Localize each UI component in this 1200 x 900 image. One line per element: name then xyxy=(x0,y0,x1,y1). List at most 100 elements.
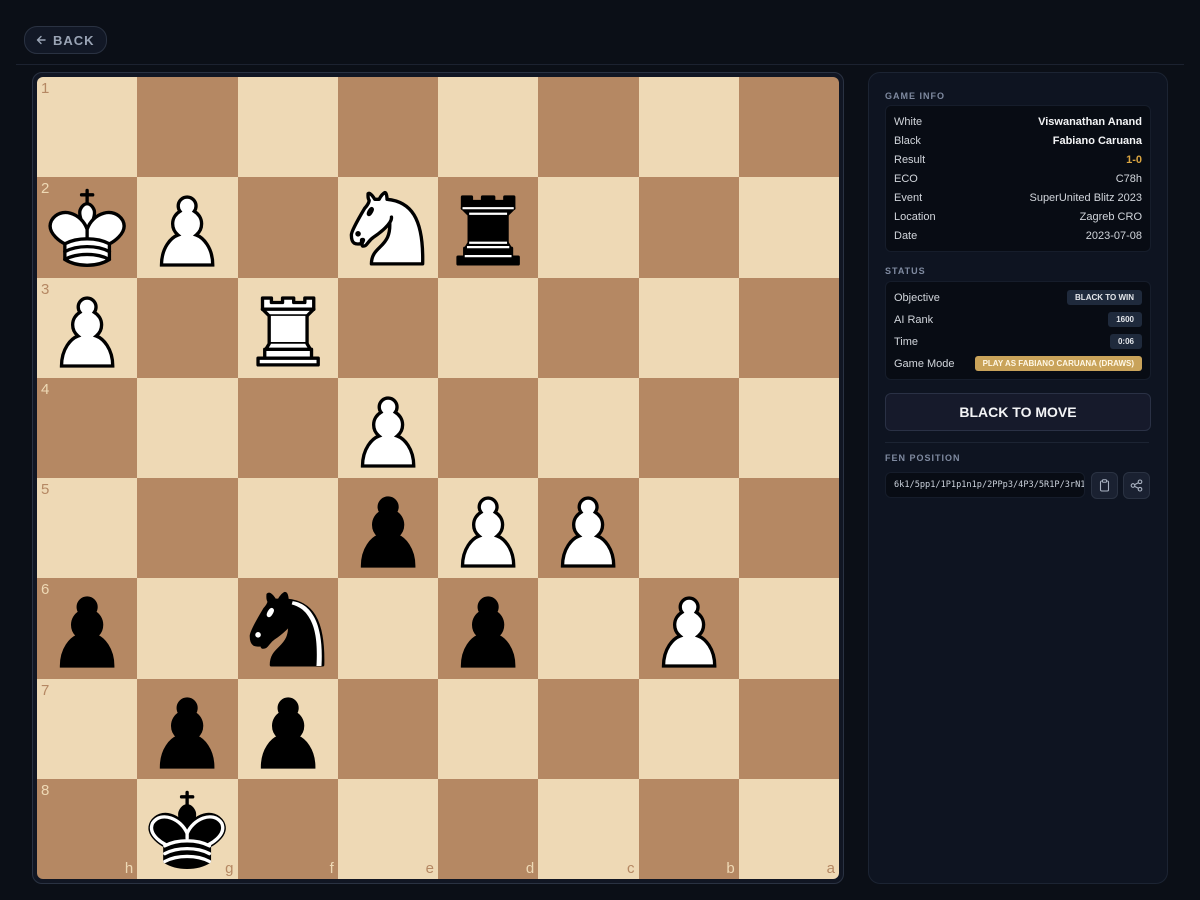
game-info-key: Location xyxy=(894,210,936,223)
square-a1[interactable] xyxy=(738,77,839,178)
square-g1[interactable] xyxy=(137,77,238,178)
square-b5[interactable] xyxy=(638,478,739,579)
square-g4[interactable] xyxy=(137,377,238,478)
square-a6[interactable] xyxy=(738,578,839,679)
black-pawn-icon[interactable] xyxy=(338,478,438,578)
piece-e2[interactable] xyxy=(338,177,438,277)
black-rook-icon[interactable] xyxy=(438,177,538,277)
game-info-row: Location Zagreb CRO xyxy=(894,207,1142,226)
game-info-value: Zagreb CRO xyxy=(1079,210,1142,223)
white-king-icon[interactable] xyxy=(37,177,137,277)
piece-b6[interactable] xyxy=(639,578,739,678)
black-pawn-icon[interactable] xyxy=(438,578,538,678)
piece-g7[interactable] xyxy=(137,679,237,779)
back-label: BACK xyxy=(53,32,95,48)
square-d4[interactable] xyxy=(438,377,539,478)
square-d1[interactable] xyxy=(438,77,539,178)
square-c2[interactable] xyxy=(538,177,639,278)
piece-f3[interactable] xyxy=(238,278,338,378)
square-d7[interactable] xyxy=(438,678,539,779)
file-label: f xyxy=(329,860,334,877)
square-f2[interactable] xyxy=(237,177,338,278)
white-pawn-icon[interactable] xyxy=(538,478,638,578)
square-d3[interactable] xyxy=(438,277,539,378)
square-a7[interactable] xyxy=(738,678,839,779)
square-b7[interactable] xyxy=(638,678,739,779)
square-e6[interactable] xyxy=(337,578,438,679)
file-label: h xyxy=(124,860,134,877)
white-pawn-icon[interactable] xyxy=(37,278,137,378)
square-f5[interactable] xyxy=(237,478,338,579)
square-e8[interactable]: e xyxy=(337,778,438,879)
square-c7[interactable] xyxy=(538,678,639,779)
white-knight-icon[interactable] xyxy=(338,177,438,277)
copy-fen-button[interactable] xyxy=(1091,472,1118,499)
square-b2[interactable] xyxy=(638,177,739,278)
square-g3[interactable] xyxy=(137,277,238,378)
share-fen-button[interactable] xyxy=(1123,472,1150,499)
rank-label: 1 xyxy=(41,80,50,97)
piece-d5[interactable] xyxy=(438,478,538,578)
black-pawn-icon[interactable] xyxy=(37,578,137,678)
square-b1[interactable] xyxy=(638,77,739,178)
black-pawn-icon[interactable] xyxy=(238,679,338,779)
square-g5[interactable] xyxy=(137,478,238,579)
black-pawn-icon[interactable] xyxy=(137,679,237,779)
square-c3[interactable] xyxy=(538,277,639,378)
piece-g2[interactable] xyxy=(137,177,237,277)
square-c4[interactable] xyxy=(538,377,639,478)
square-g6[interactable] xyxy=(137,578,238,679)
status-key: Objective xyxy=(894,291,940,304)
square-a8[interactable]: a xyxy=(738,778,839,879)
square-a4[interactable] xyxy=(738,377,839,478)
piece-e4[interactable] xyxy=(338,378,438,478)
square-h4[interactable]: 4 xyxy=(37,377,138,478)
square-b8[interactable]: b xyxy=(638,778,739,879)
piece-e5[interactable] xyxy=(338,478,438,578)
status-key: AI Rank xyxy=(894,313,934,326)
square-a5[interactable] xyxy=(738,478,839,579)
square-f4[interactable] xyxy=(237,377,338,478)
square-e3[interactable] xyxy=(337,277,438,378)
white-pawn-icon[interactable] xyxy=(338,378,438,478)
fen-field[interactable]: 6k1/5pp1/1P1p1n1p/2PPp3/4P3/5R1P/3rN1PK/… xyxy=(885,472,1085,498)
square-a3[interactable] xyxy=(738,277,839,378)
square-f1[interactable] xyxy=(237,77,338,178)
game-info-row: ECO C78h xyxy=(894,169,1142,188)
chess-board[interactable]: 12345678hgfedcba xyxy=(37,77,839,879)
square-c6[interactable] xyxy=(538,578,639,679)
rank-label: 5 xyxy=(41,481,50,498)
turn-indicator-button[interactable]: BLACK TO MOVE xyxy=(885,393,1151,431)
piece-d6[interactable] xyxy=(438,578,538,678)
piece-d2[interactable] xyxy=(438,177,538,277)
square-b3[interactable] xyxy=(638,277,739,378)
square-h7[interactable]: 7 xyxy=(37,678,138,779)
square-c8[interactable]: c xyxy=(538,778,639,879)
piece-g8[interactable] xyxy=(137,779,237,879)
piece-h6[interactable] xyxy=(37,578,137,678)
square-d8[interactable]: d xyxy=(438,778,539,879)
white-pawn-icon[interactable] xyxy=(639,578,739,678)
square-h8[interactable]: 8h xyxy=(37,778,138,879)
square-e1[interactable] xyxy=(337,77,438,178)
game-info-row: Result 1-0 xyxy=(894,150,1142,169)
piece-c5[interactable] xyxy=(538,478,638,578)
square-f8[interactable]: f xyxy=(237,778,338,879)
square-c1[interactable] xyxy=(538,77,639,178)
square-b4[interactable] xyxy=(638,377,739,478)
piece-h3[interactable] xyxy=(37,278,137,378)
square-h1[interactable]: 1 xyxy=(37,77,138,178)
black-knight-icon[interactable] xyxy=(238,578,338,678)
back-button[interactable]: BACK xyxy=(24,26,107,54)
rank-label: 8 xyxy=(41,781,50,799)
piece-h2[interactable] xyxy=(37,177,137,277)
square-e7[interactable] xyxy=(337,678,438,779)
square-a2[interactable] xyxy=(738,177,839,278)
square-h5[interactable]: 5 xyxy=(37,478,138,579)
white-rook-icon[interactable] xyxy=(238,278,338,378)
white-pawn-icon[interactable] xyxy=(438,478,538,578)
white-pawn-icon[interactable] xyxy=(137,177,237,277)
black-king-icon[interactable] xyxy=(137,779,237,879)
piece-f7[interactable] xyxy=(238,679,338,779)
piece-f6[interactable] xyxy=(238,578,338,678)
